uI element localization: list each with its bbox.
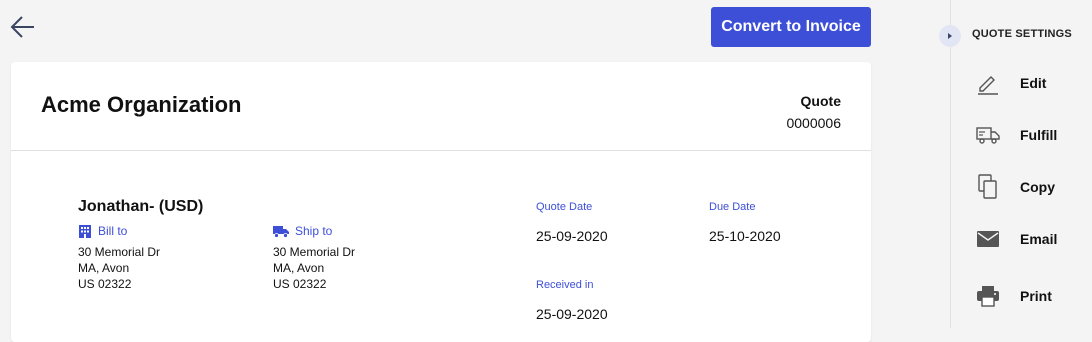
quote-card: Acme Organization Quote 0000006 Jonathan… xyxy=(11,62,871,342)
bill-to-line: US 02322 xyxy=(78,277,132,291)
bill-to-line: 30 Memorial Dr xyxy=(78,245,161,259)
back-button[interactable] xyxy=(10,14,36,40)
quote-date-value: 25-09-2020 xyxy=(536,228,608,244)
convert-to-invoice-button[interactable]: Convert to Invoice xyxy=(711,7,871,47)
document-type: Quote xyxy=(800,93,841,109)
pencil-icon xyxy=(978,76,998,95)
edit-action[interactable]: Edit xyxy=(975,67,1085,99)
sidebar-title: QUOTE SETTINGS xyxy=(972,28,1072,40)
customer-name: Jonathan- (USD) xyxy=(78,198,204,215)
fulfill-action[interactable]: Fulfill xyxy=(975,119,1085,151)
building-icon xyxy=(79,225,91,238)
email-action[interactable]: Email xyxy=(975,223,1085,255)
due-date-label: Due Date xyxy=(709,201,756,213)
document-number: 0000006 xyxy=(786,115,841,131)
received-in-value: 25-09-2020 xyxy=(536,306,608,322)
ship-to-line: MA, Avon xyxy=(273,261,325,275)
bill-to-label: Bill to xyxy=(98,224,128,238)
edit-label: Edit xyxy=(1020,75,1047,91)
caret-right-icon xyxy=(948,33,952,39)
print-action[interactable]: Print xyxy=(975,280,1085,312)
arrow-left-icon xyxy=(10,16,34,38)
truck-icon xyxy=(273,225,289,238)
ship-to-line: 30 Memorial Dr xyxy=(273,245,356,259)
quote-settings-sidebar: QUOTE SETTINGS Edit Fulfill Copy Email P… xyxy=(939,0,1092,328)
truck-icon xyxy=(976,127,1000,144)
copy-icon xyxy=(978,174,997,199)
fulfill-label: Fulfill xyxy=(1020,127,1058,143)
ship-to-label: Ship to xyxy=(295,224,333,238)
collapse-sidebar-button[interactable] xyxy=(939,25,961,47)
printer-icon xyxy=(977,286,999,307)
ship-to-block: Ship to 30 Memorial Dr MA, Avon US 02322 xyxy=(273,224,453,292)
print-label: Print xyxy=(1020,288,1052,304)
bill-to-block: Bill to 30 Memorial Dr MA, Avon US 02322 xyxy=(78,224,258,292)
quote-header: Acme Organization Quote 0000006 xyxy=(11,62,871,151)
quote-date-label: Quote Date xyxy=(536,201,593,213)
organization-name: Acme Organization xyxy=(41,92,242,117)
ship-to-line: US 02322 xyxy=(273,277,327,291)
due-date-value: 25-10-2020 xyxy=(709,228,781,244)
bill-to-line: MA, Avon xyxy=(78,261,130,275)
copy-action[interactable]: Copy xyxy=(975,171,1085,203)
copy-label: Copy xyxy=(1020,179,1055,195)
email-label: Email xyxy=(1020,231,1058,247)
envelope-icon xyxy=(977,231,999,247)
received-in-label: Received in xyxy=(536,279,594,291)
